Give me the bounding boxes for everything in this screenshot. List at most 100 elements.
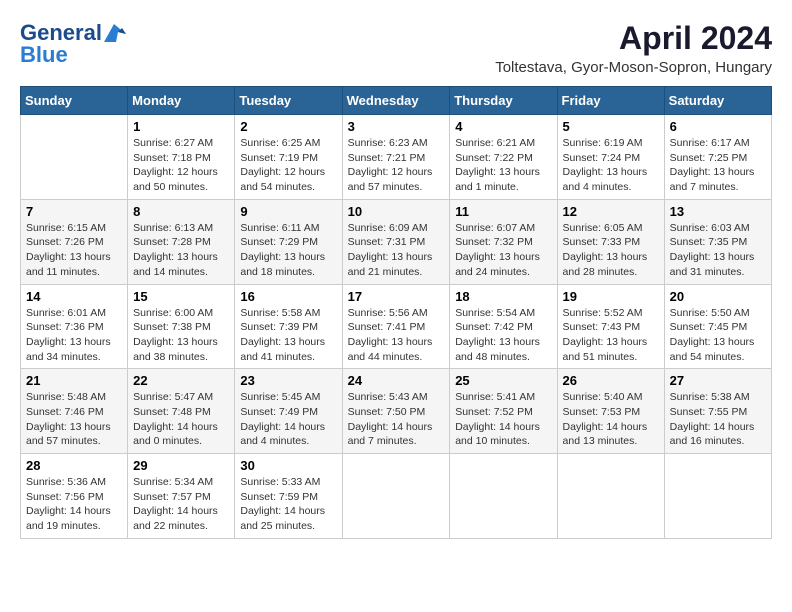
cell-content-line: Sunrise: 6:23 AM bbox=[348, 137, 428, 149]
cell-content-line: Sunset: 7:26 PM bbox=[26, 236, 104, 248]
calendar-cell: 13Sunrise: 6:03 AMSunset: 7:35 PMDayligh… bbox=[664, 199, 771, 284]
cell-content-line: Sunrise: 6:11 AM bbox=[240, 222, 319, 234]
cell-content: Sunrise: 6:11 AMSunset: 7:29 PMDaylight:… bbox=[240, 221, 336, 280]
cell-content-line: Daylight: 13 hours bbox=[348, 336, 433, 348]
cell-content: Sunrise: 5:38 AMSunset: 7:55 PMDaylight:… bbox=[670, 390, 766, 449]
cell-content-line: Sunset: 7:42 PM bbox=[455, 321, 533, 333]
cell-content: Sunrise: 5:56 AMSunset: 7:41 PMDaylight:… bbox=[348, 306, 445, 365]
calendar-cell: 22Sunrise: 5:47 AMSunset: 7:48 PMDayligh… bbox=[128, 369, 235, 454]
cell-content-line: Sunrise: 5:47 AM bbox=[133, 391, 213, 403]
cell-content: Sunrise: 6:13 AMSunset: 7:28 PMDaylight:… bbox=[133, 221, 229, 280]
weekday-header-monday: Monday bbox=[128, 87, 235, 115]
cell-content-line: and 48 minutes. bbox=[455, 351, 530, 363]
cell-content: Sunrise: 5:48 AMSunset: 7:46 PMDaylight:… bbox=[26, 390, 122, 449]
calendar-cell: 19Sunrise: 5:52 AMSunset: 7:43 PMDayligh… bbox=[557, 284, 664, 369]
cell-content-line: Daylight: 13 hours bbox=[26, 336, 111, 348]
cell-content-line: Sunset: 7:45 PM bbox=[670, 321, 748, 333]
cell-content-line: Sunset: 7:55 PM bbox=[670, 406, 748, 418]
cell-content-line: and 0 minutes. bbox=[133, 435, 202, 447]
cell-content-line: Sunrise: 6:07 AM bbox=[455, 222, 535, 234]
cell-content-line: Daylight: 14 hours bbox=[240, 505, 325, 517]
calendar-cell: 6Sunrise: 6:17 AMSunset: 7:25 PMDaylight… bbox=[664, 115, 771, 200]
cell-content-line: Sunset: 7:33 PM bbox=[563, 236, 641, 248]
cell-content: Sunrise: 6:17 AMSunset: 7:25 PMDaylight:… bbox=[670, 136, 766, 195]
cell-content-line: Sunset: 7:24 PM bbox=[563, 152, 641, 164]
day-number: 13 bbox=[670, 204, 766, 219]
cell-content: Sunrise: 6:27 AMSunset: 7:18 PMDaylight:… bbox=[133, 136, 229, 195]
day-number: 26 bbox=[563, 373, 659, 388]
cell-content-line: Sunset: 7:49 PM bbox=[240, 406, 318, 418]
calendar-week-row: 21 Sunrise: 5:48 AMSunset: 7:46 PMDayligh… bbox=[21, 369, 772, 454]
cell-content: Sunrise: 5:33 AMSunset: 7:59 PMDaylight:… bbox=[240, 475, 336, 534]
cell-content-line: Sunrise: 6:01 AM bbox=[26, 307, 106, 319]
calendar-cell bbox=[21, 115, 128, 200]
cell-content-line: Sunrise: 6:21 AM bbox=[455, 137, 535, 149]
day-number: 9 bbox=[240, 204, 336, 219]
day-number: 25 bbox=[455, 373, 551, 388]
cell-content: Sunrise: 6:00 AMSunset: 7:38 PMDaylight:… bbox=[133, 306, 229, 365]
day-number: 21 bbox=[26, 373, 122, 388]
day-number: 10 bbox=[348, 204, 445, 219]
cell-content-line: Sunrise: 5:33 AM bbox=[240, 476, 320, 488]
cell-content: Sunrise: 6:09 AMSunset: 7:31 PMDaylight:… bbox=[348, 221, 445, 280]
cell-content-line: and 51 minutes. bbox=[563, 351, 638, 363]
cell-content-line: and 13 minutes. bbox=[563, 435, 638, 447]
cell-content: Sunrise: 6:25 AMSunset: 7:19 PMDaylight:… bbox=[240, 136, 336, 195]
cell-content-line: and 16 minutes. bbox=[670, 435, 745, 447]
cell-content-line: and 1 minute. bbox=[455, 181, 519, 193]
cell-content-line: Sunrise: 6:25 AM bbox=[240, 137, 320, 149]
cell-content-line: and 4 minutes. bbox=[240, 435, 309, 447]
cell-content: Sunrise: 6:21 AMSunset: 7:22 PMDaylight:… bbox=[455, 136, 551, 195]
cell-content-line: and 57 minutes. bbox=[26, 435, 101, 447]
cell-content-line: Sunset: 7:43 PM bbox=[563, 321, 641, 333]
cell-content: Sunrise: 5:40 AMSunset: 7:53 PMDaylight:… bbox=[563, 390, 659, 449]
day-number: 28 bbox=[26, 458, 122, 473]
cell-content-line: Sunset: 7:21 PM bbox=[348, 152, 426, 164]
cell-content-line: Daylight: 12 hours bbox=[133, 166, 218, 178]
title-block: April 2024 Toltestava, Gyor-Moson-Sopron… bbox=[495, 20, 772, 76]
cell-content-line: and 54 minutes. bbox=[240, 181, 315, 193]
cell-content-line: and 41 minutes. bbox=[240, 351, 315, 363]
cell-content: Sunrise: 5:36 AM Sunset: 7:56 PM Daylight:… bbox=[26, 475, 122, 534]
cell-content-line: Sunrise: 5:36 AM bbox=[26, 476, 106, 488]
cell-content-line: Daylight: 13 hours bbox=[670, 166, 755, 178]
cell-content-line: Sunrise: 5:45 AM bbox=[240, 391, 320, 403]
calendar-cell: 26 Sunrise: 5:40 AMSunset: 7:53 PMDayligh… bbox=[557, 369, 664, 454]
cell-content: Sunrise: 5:54 AMSunset: 7:42 PMDaylight:… bbox=[455, 306, 551, 365]
calendar-week-row: 1Sunrise: 6:27 AMSunset: 7:18 PMDaylight… bbox=[21, 115, 772, 200]
weekday-header-saturday: Saturday bbox=[664, 87, 771, 115]
cell-content-line: Daylight: 13 hours bbox=[563, 166, 648, 178]
calendar-cell: 16 Sunrise: 5:58 AMSunset: 7:39 PMDayligh… bbox=[235, 284, 342, 369]
day-number: 27 bbox=[670, 373, 766, 388]
cell-content: Sunrise: 5:58 AMSunset: 7:39 PMDaylight:… bbox=[240, 306, 336, 365]
calendar-cell: 17Sunrise: 5:56 AMSunset: 7:41 PMDayligh… bbox=[342, 284, 450, 369]
day-number: 16 bbox=[240, 289, 336, 304]
cell-content-line: Sunrise: 5:58 AM bbox=[240, 307, 320, 319]
calendar-cell: 10 Sunrise: 6:09 AMSunset: 7:31 PMDayligh… bbox=[342, 199, 450, 284]
calendar-cell: 18Sunrise: 5:54 AMSunset: 7:42 PMDayligh… bbox=[450, 284, 557, 369]
cell-content-line: and 21 minutes. bbox=[348, 266, 423, 278]
cell-content: Sunrise: 6:15 AMSunset: 7:26 PMDaylight:… bbox=[26, 221, 122, 280]
cell-content-line: Sunset: 7:35 PM bbox=[670, 236, 748, 248]
calendar-cell: 7Sunrise: 6:15 AMSunset: 7:26 PMDaylight… bbox=[21, 199, 128, 284]
cell-content-line: Sunrise: 6:05 AM bbox=[563, 222, 643, 234]
cell-content-line: Sunset: 7:48 PM bbox=[133, 406, 211, 418]
day-number: 22 bbox=[133, 373, 229, 388]
cell-content-line: Daylight: 14 hours bbox=[563, 421, 648, 433]
cell-content-line: Sunset: 7:56 PM bbox=[26, 491, 104, 503]
cell-content-line: Sunrise: 6:15 AM bbox=[26, 222, 106, 234]
weekday-header-friday: Friday bbox=[557, 87, 664, 115]
calendar-cell bbox=[342, 454, 450, 539]
day-number: 14 bbox=[26, 289, 122, 304]
cell-content-line: Sunset: 7:31 PM bbox=[348, 236, 426, 248]
cell-content: Sunrise: 5:52 AMSunset: 7:43 PMDaylight:… bbox=[563, 306, 659, 365]
logo-bird-icon bbox=[104, 24, 126, 42]
cell-content-line: and 38 minutes. bbox=[133, 351, 208, 363]
cell-content: Sunrise: 5:47 AMSunset: 7:48 PMDaylight:… bbox=[133, 390, 229, 449]
cell-content-line: Daylight: 13 hours bbox=[133, 336, 218, 348]
cell-content-line: Daylight: 14 hours bbox=[26, 505, 111, 517]
cell-content-line: and 4 minutes. bbox=[563, 181, 632, 193]
cell-content-line: Sunset: 7:57 PM bbox=[133, 491, 211, 503]
cell-content-line: Sunset: 7:53 PM bbox=[563, 406, 641, 418]
calendar-cell: 1Sunrise: 6:27 AMSunset: 7:18 PMDaylight… bbox=[128, 115, 235, 200]
